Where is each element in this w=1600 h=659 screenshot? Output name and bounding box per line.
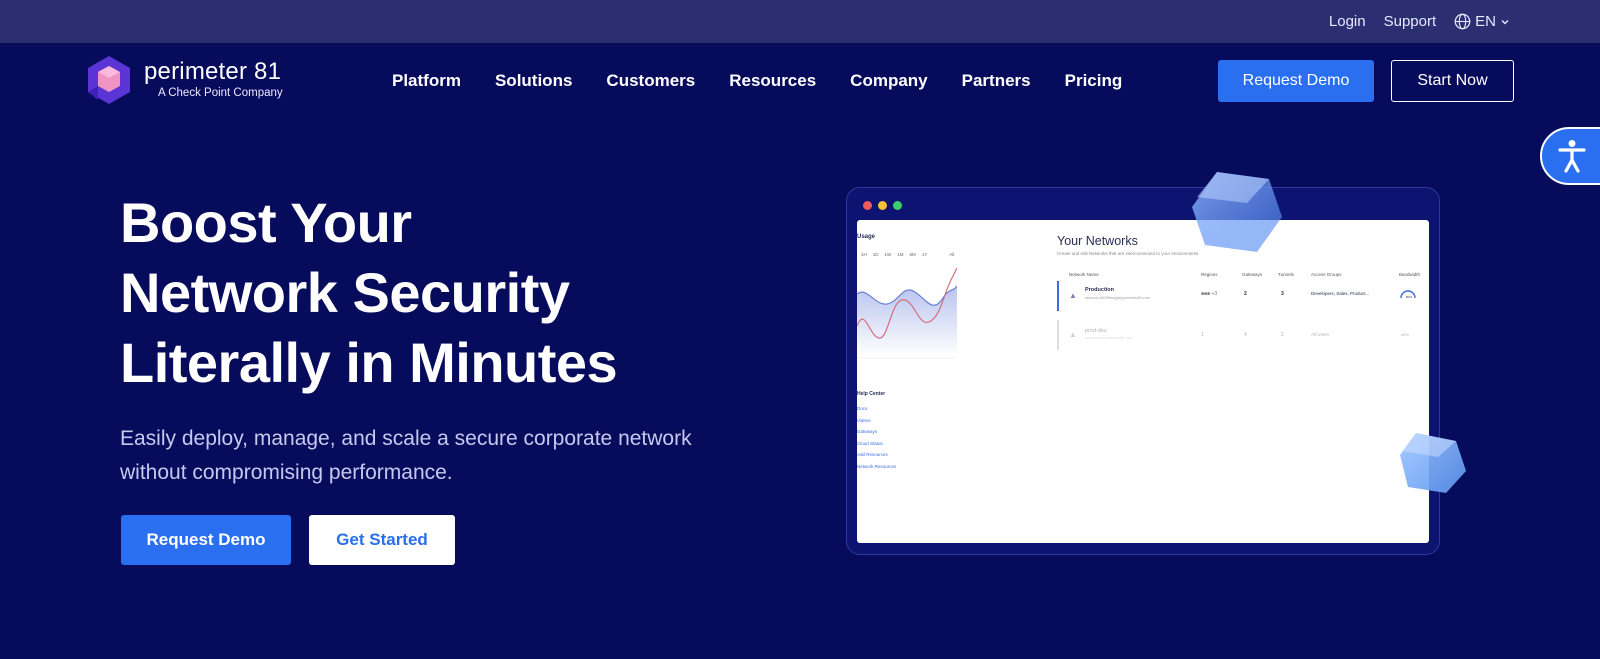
accessibility-icon [1558,140,1586,173]
dashboard-screen: Usage 1H 1D 1W 1M 6M 1Y All Help Center … [857,220,1429,543]
window-controls [863,201,902,210]
regions-count: +3 [1211,291,1218,297]
hero-title-line-1: Boost Your [120,191,412,254]
network-name: Production [1085,287,1115,293]
column-header: Access Groups [1311,272,1342,277]
globe-icon [1454,13,1471,30]
range-tab[interactable]: All [949,252,954,257]
help-link[interactable]: Network Resources [857,461,896,473]
hero-subtitle: Easily deploy, manage, and scale a secur… [120,427,692,484]
column-header: Network Name [1069,272,1099,277]
network-gateways: 2 [1244,291,1247,297]
help-link[interactable]: Cloud Status [857,438,896,450]
network-tunnels: 3 [1281,291,1284,297]
logo-cube-icon [88,56,130,104]
column-header: Regions [1201,272,1218,277]
logo[interactable]: perimeter 81 A Check Point Company [86,55,283,105]
column-header: Tunnels [1278,272,1294,277]
network-icon: ▲ [1069,330,1077,339]
nav-item-solutions[interactable]: Solutions [495,71,572,91]
hero-title-line-3: Literally in Minutes [120,331,618,394]
range-tab[interactable]: 1Y [922,252,928,257]
range-tab[interactable]: 1W [885,252,892,257]
usage-label: Usage [857,234,876,240]
column-header: Bandwidth [1399,272,1421,277]
nav-request-demo-button[interactable]: Request Demo [1218,60,1374,102]
logo-tagline: A Check Point Company [158,87,283,100]
usage-chart [857,267,957,359]
nav-item-partners[interactable]: Partners [962,71,1031,91]
networks-title: Your Networks [1057,234,1138,248]
network-name: prod-des [1085,328,1107,334]
logo-name: perimeter 81 [144,58,282,86]
language-selector[interactable]: EN [1454,13,1510,30]
network-icon: ▲ [1069,291,1077,300]
bandwidth-value: 80% [1406,295,1413,299]
top-utility-bar: Login Support EN [0,0,1600,43]
main-nav: perimeter 81 A Check Point Company Platf… [0,43,1600,123]
minimize-dot-icon [878,201,887,210]
support-link[interactable]: Support [1384,13,1437,30]
help-link[interactable]: Videos [857,415,896,427]
table-row[interactable]: ▲ Production www.net-1801ffbmygisly.peri… [1057,281,1429,311]
nav-item-resources[interactable]: Resources [729,71,816,91]
login-link[interactable]: Login [1329,13,1366,30]
nav-start-now-button[interactable]: Start Now [1391,60,1514,102]
networks-subtitle: Create and edit Networks that are interc… [1057,251,1199,256]
range-tab[interactable]: 1D [873,252,879,257]
nav-item-platform[interactable]: Platform [392,71,461,91]
accessibility-button[interactable] [1540,127,1600,185]
chevron-down-icon [1501,19,1509,24]
maximize-dot-icon [893,201,902,210]
hero-request-demo-button[interactable]: Request Demo [121,515,291,565]
help-link[interactable]: Docs [857,403,896,415]
range-tab[interactable]: 1M [897,252,903,257]
nav-item-customers[interactable]: Customers [606,71,695,91]
column-header: Gateways [1242,272,1263,277]
decorative-cube-icon [1192,172,1282,252]
decorative-cube-icon [1400,433,1466,493]
bandwidth-value: 40% [1401,332,1410,337]
nav-item-company[interactable]: Company [850,71,927,91]
hero-title-line-2: Network Security [120,261,570,324]
help-link[interactable]: Add Resources [857,449,896,461]
range-tab[interactable]: 6M [910,252,916,257]
language-label: EN [1475,13,1496,30]
close-dot-icon [863,201,872,210]
network-tunnels: 2 [1281,332,1284,338]
usage-range-tabs: 1H 1D 1W 1M 6M 1Y All [861,252,954,257]
help-links: Docs Videos Gateways Cloud Status Add Re… [857,403,896,472]
network-regions: ■■■ +3 [1201,291,1218,297]
nav-item-pricing[interactable]: Pricing [1065,71,1123,91]
hero-title: Boost Your Network Security Literally in… [120,188,740,398]
network-access-groups: All Users [1311,332,1330,337]
range-tab[interactable]: 1H [861,252,867,257]
hero-get-started-button[interactable]: Get Started [309,515,455,565]
nav-menu: Platform Solutions Customers Resources C… [392,71,1122,91]
network-regions: 1 [1201,332,1204,338]
product-mockup: Usage 1H 1D 1W 1M 6M 1Y All Help Center … [846,187,1440,555]
table-row[interactable]: ▲ prod-des www.net-dev-perimeter81.com 1… [1057,320,1429,350]
network-subtitle: www.net-dev-perimeter81.com [1085,336,1133,340]
network-subtitle: www.net-1801ffbmygisly.perimeter81.com [1085,296,1150,300]
help-center-label: Help Center [857,391,886,397]
network-gateways: 4 [1244,332,1247,338]
help-link[interactable]: Gateways [857,426,896,438]
network-access-groups: Developers, Sales, Product... [1311,291,1370,296]
